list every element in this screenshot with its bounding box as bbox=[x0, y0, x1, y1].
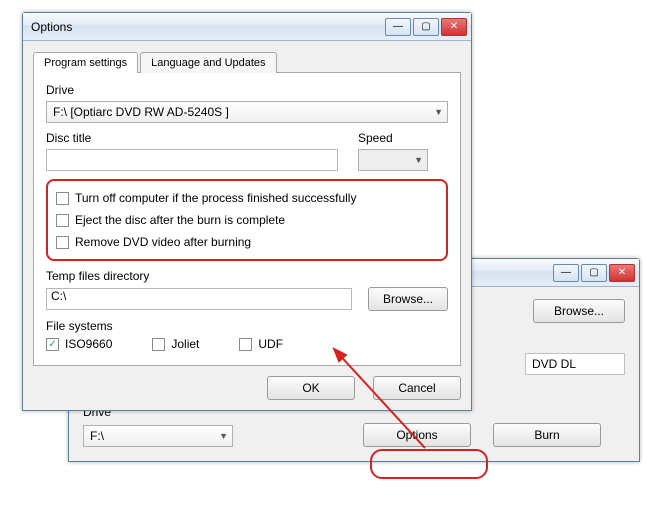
checkbox-joliet-label: Joliet bbox=[171, 337, 199, 351]
highlight-annotation: Turn off computer if the process finishe… bbox=[46, 179, 448, 261]
tab-language-updates[interactable]: Language and Updates bbox=[140, 52, 276, 73]
dialog-maximize-button[interactable]: ▢ bbox=[413, 18, 439, 36]
checkbox-udf-label: UDF bbox=[258, 337, 283, 351]
filesystems-label: File systems bbox=[46, 319, 448, 333]
checkbox-udf[interactable] bbox=[239, 338, 252, 351]
drive-select[interactable]: F:\ ▼ bbox=[83, 425, 233, 447]
browse-button[interactable]: Browse... bbox=[533, 299, 625, 323]
options-drive-select[interactable]: F:\ [Optiarc DVD RW AD-5240S ] ▼ bbox=[46, 101, 448, 123]
maximize-button[interactable]: ▢ bbox=[581, 264, 607, 282]
disc-title-label: Disc title bbox=[46, 131, 338, 145]
media-type-text: DVD DL bbox=[532, 357, 576, 371]
temp-dir-input[interactable]: C:\ bbox=[46, 288, 352, 310]
media-type-field: DVD DL bbox=[525, 353, 625, 375]
tab-panel: Drive F:\ [Optiarc DVD RW AD-5240S ] ▼ D… bbox=[33, 72, 461, 366]
close-button[interactable]: ✕ bbox=[609, 264, 635, 282]
options-drive-value: F:\ [Optiarc DVD RW AD-5240S ] bbox=[53, 105, 229, 119]
cancel-button[interactable]: Cancel bbox=[373, 376, 461, 400]
options-title: Options bbox=[31, 20, 385, 34]
chevron-down-icon: ▼ bbox=[434, 107, 443, 117]
minimize-button[interactable]: — bbox=[553, 264, 579, 282]
options-body: Program settings Language and Updates Dr… bbox=[23, 41, 471, 410]
options-dialog: Options — ▢ ✕ Program settings Language … bbox=[22, 12, 472, 411]
checkbox-eject-label: Eject the disc after the burn is complet… bbox=[75, 213, 285, 227]
burn-button[interactable]: Burn bbox=[493, 423, 601, 447]
checkbox-remove-dvd[interactable] bbox=[56, 236, 69, 249]
chevron-down-icon: ▼ bbox=[219, 431, 228, 441]
temp-dir-label: Temp files directory bbox=[46, 269, 448, 283]
checkbox-eject[interactable] bbox=[56, 214, 69, 227]
ok-button[interactable]: OK bbox=[267, 376, 355, 400]
checkbox-iso9660[interactable]: ✓ bbox=[46, 338, 59, 351]
tab-program-settings[interactable]: Program settings bbox=[33, 52, 138, 73]
tabs: Program settings Language and Updates bbox=[33, 51, 461, 72]
checkbox-turnoff[interactable] bbox=[56, 192, 69, 205]
speed-label: Speed bbox=[358, 131, 448, 145]
checkbox-remove-dvd-label: Remove DVD video after burning bbox=[75, 235, 251, 249]
chevron-down-icon: ▼ bbox=[414, 155, 423, 165]
disc-title-input[interactable] bbox=[46, 149, 338, 171]
checkbox-turnoff-label: Turn off computer if the process finishe… bbox=[75, 191, 356, 205]
drive-label: Drive bbox=[46, 83, 448, 97]
dialog-close-button[interactable]: ✕ bbox=[441, 18, 467, 36]
options-titlebar: Options — ▢ ✕ bbox=[23, 13, 471, 41]
checkbox-iso9660-label: ISO9660 bbox=[65, 337, 112, 351]
drive-select-value: F:\ bbox=[90, 429, 104, 443]
dialog-minimize-button[interactable]: — bbox=[385, 18, 411, 36]
options-button[interactable]: Options bbox=[363, 423, 471, 447]
temp-browse-button[interactable]: Browse... bbox=[368, 287, 448, 311]
temp-dir-value: C:\ bbox=[51, 289, 66, 303]
speed-select[interactable]: ▼ bbox=[358, 149, 428, 171]
checkbox-joliet[interactable] bbox=[152, 338, 165, 351]
